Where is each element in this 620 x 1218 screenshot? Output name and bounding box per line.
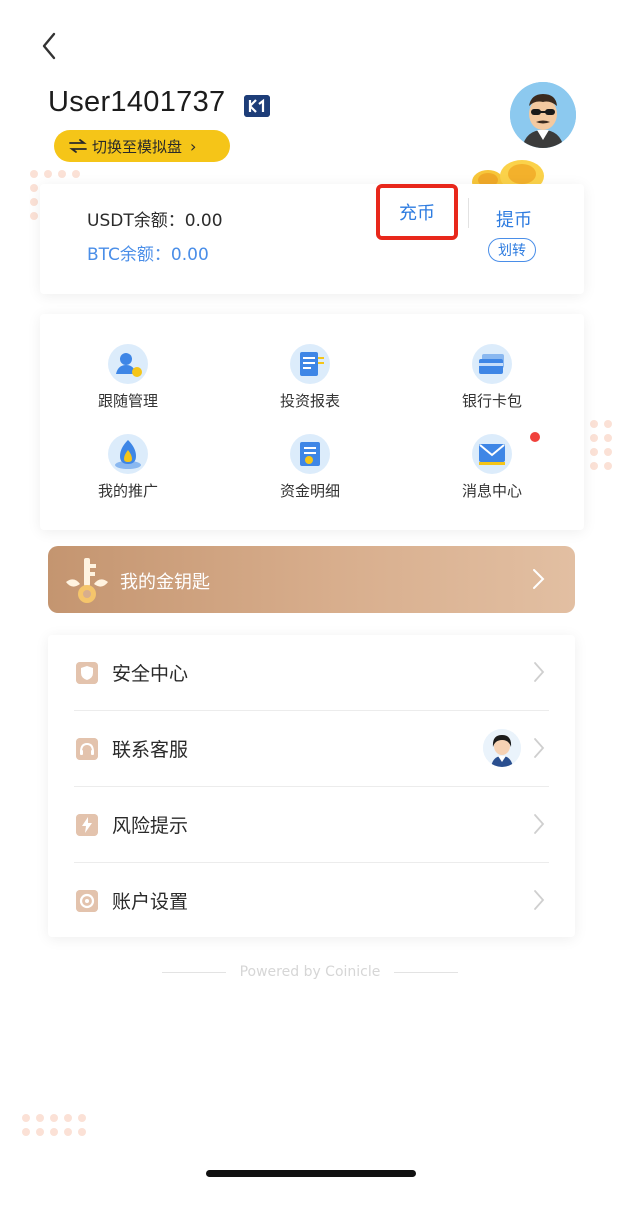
- menu-label: 账户设置: [112, 891, 189, 913]
- grid-label: 投资报表: [279, 392, 340, 410]
- lightning-icon: [76, 814, 98, 836]
- grid-item-promotion[interactable]: 我的推广: [68, 432, 188, 501]
- user-avatar-icon: [510, 82, 576, 148]
- back-icon[interactable]: [36, 30, 64, 62]
- invest-report-icon: [290, 344, 330, 384]
- grid-label: 消息中心: [461, 482, 522, 500]
- grid-item-bank-card[interactable]: 银行卡包: [432, 342, 552, 411]
- home-indicator[interactable]: [206, 1170, 416, 1177]
- menu-item-account-settings[interactable]: 账户设置: [48, 863, 575, 939]
- unread-dot: [530, 432, 540, 442]
- menu-label: 联系客服: [112, 739, 189, 761]
- swap-arrows-icon: [69, 139, 87, 153]
- powered-by-text: Powered by Coinicle: [239, 964, 381, 980]
- switch-simulation-label: 切换至模拟盘: [92, 137, 183, 156]
- settings-menu: 安全中心 联系客服 风险提示 账户设置: [48, 635, 575, 937]
- headset-icon: [76, 738, 98, 760]
- grid-item-invest-report[interactable]: 投资报表: [250, 342, 370, 411]
- grid-item-message-center[interactable]: 消息中心: [432, 432, 552, 501]
- chevron-right-icon: [533, 569, 545, 589]
- bank-card-icon: [472, 344, 512, 384]
- deposit-button[interactable]: 充币: [376, 184, 458, 240]
- switch-simulation-button[interactable]: 切换至模拟盘 ›: [54, 130, 230, 162]
- divider: [468, 198, 469, 228]
- menu-label: 安全中心: [112, 663, 189, 685]
- golden-key-label: 我的金钥匙: [120, 572, 210, 593]
- avatar[interactable]: [510, 82, 576, 148]
- divider: [161, 971, 226, 973]
- decorative-dots: [22, 1114, 86, 1136]
- grid-label: 资金明细: [279, 482, 340, 500]
- chevron-right-icon: [534, 738, 545, 758]
- settings-icon: [76, 890, 98, 912]
- chevron-right-icon: [534, 814, 545, 834]
- btc-balance: BTC余额：0.00: [87, 245, 209, 265]
- grid-item-fund-detail[interactable]: 资金明细: [250, 432, 370, 501]
- agent-avatar: [483, 729, 521, 767]
- username: User1401737: [48, 86, 226, 118]
- divider: [394, 971, 459, 973]
- usdt-balance: USDT余额：0.00: [87, 211, 223, 231]
- grid-label: 我的推广: [97, 482, 158, 500]
- golden-key-button[interactable]: 我的金钥匙: [48, 546, 575, 613]
- feature-grid: 跟随管理 投资报表 银行卡包 我的推广 资金明细 消息中心: [40, 314, 584, 530]
- grid-label: 银行卡包: [461, 392, 522, 410]
- chevron-right-icon: ›: [190, 136, 197, 156]
- menu-item-customer-service[interactable]: 联系客服: [48, 711, 575, 787]
- decorative-dots: [590, 420, 612, 470]
- golden-key-icon: [66, 558, 108, 603]
- menu-label: 风险提示: [112, 815, 189, 837]
- fund-detail-icon: [290, 434, 330, 474]
- grid-label: 跟随管理: [97, 392, 158, 410]
- withdraw-button[interactable]: 提币: [496, 206, 532, 232]
- follow-manage-icon: [108, 344, 148, 384]
- grid-item-follow-manage[interactable]: 跟随管理: [68, 342, 188, 411]
- powered-by-footer: Powered by Coinicle: [0, 964, 620, 980]
- message-center-icon: [472, 434, 512, 474]
- chevron-right-icon: [534, 890, 545, 910]
- shield-icon: [76, 662, 98, 684]
- balance-card: USDT余额：0.00 BTC余额：0.00 充币 提币 划转: [40, 184, 584, 294]
- menu-item-risk-notice[interactable]: 风险提示: [48, 787, 575, 863]
- promotion-icon: [108, 434, 148, 474]
- verified-badge-icon: [244, 95, 270, 117]
- service-agent-icon: [483, 729, 521, 767]
- menu-item-security[interactable]: 安全中心: [48, 635, 575, 711]
- transfer-button[interactable]: 划转: [488, 238, 536, 262]
- chevron-right-icon: [534, 662, 545, 682]
